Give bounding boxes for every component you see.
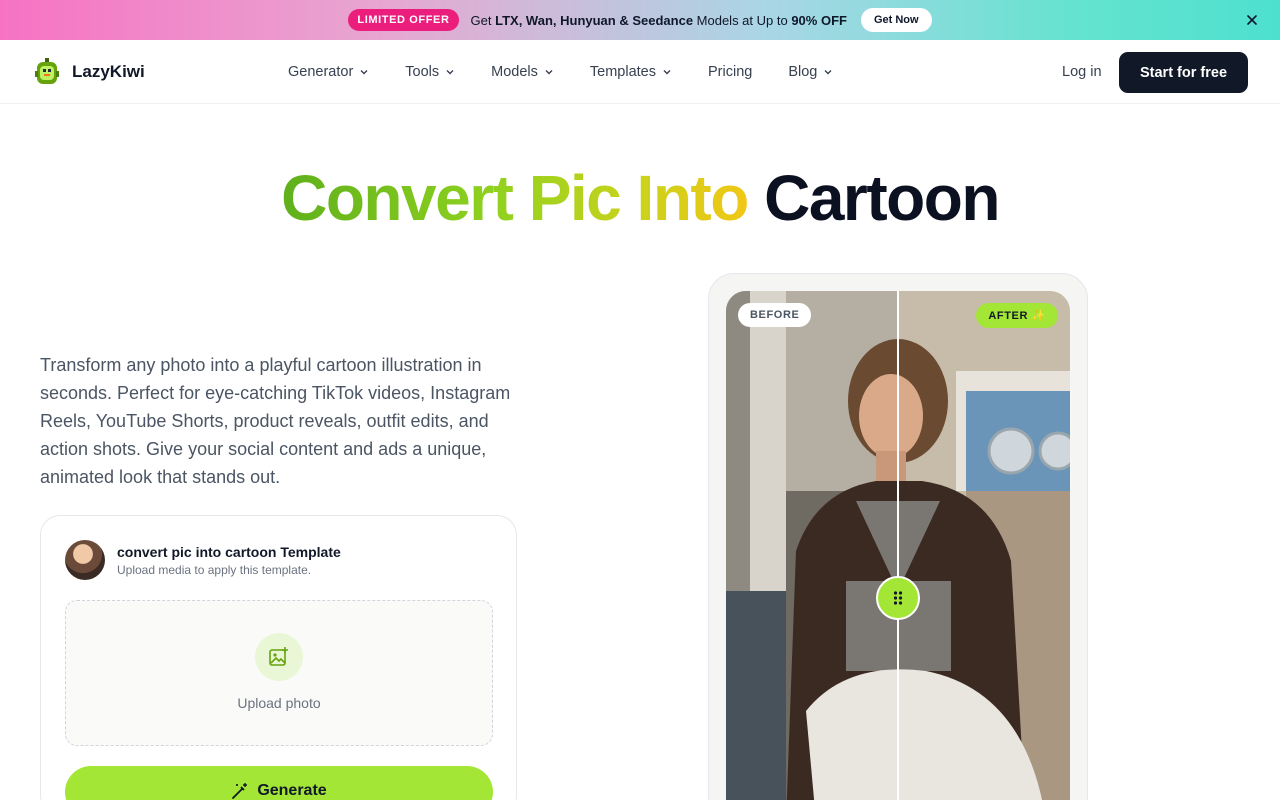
- top-nav: LazyKiwi Generator Tools Models Template…: [0, 40, 1280, 104]
- nav-item-generator[interactable]: Generator: [288, 64, 369, 80]
- page-title: Convert Pic Into Cartoon: [0, 160, 1280, 236]
- nav-item-pricing[interactable]: Pricing: [708, 64, 752, 80]
- compare-drag-handle[interactable]: [876, 576, 920, 620]
- chevron-down-icon: [663, 70, 671, 75]
- template-card: convert pic into cartoon Template Upload…: [40, 515, 517, 800]
- close-icon[interactable]: [1244, 12, 1260, 28]
- grip-dots-icon: [893, 591, 903, 605]
- before-label: BEFORE: [738, 303, 812, 327]
- promo-text-mid: Models at Up to: [693, 12, 792, 28]
- upload-dropzone[interactable]: Upload photo: [65, 600, 493, 746]
- nav-item-label: Pricing: [708, 64, 753, 80]
- nav-item-templates[interactable]: Templates: [590, 64, 672, 80]
- start-for-free-button[interactable]: Start for free: [1119, 52, 1248, 93]
- nav-item-label: Blog: [788, 64, 818, 80]
- upload-photo-label: Upload photo: [237, 695, 321, 711]
- page-title-highlight: Convert Pic Into: [281, 162, 749, 234]
- generate-label: Generate: [257, 782, 327, 799]
- nav-item-models[interactable]: Models: [491, 64, 554, 80]
- template-title: convert pic into cartoon Template: [117, 544, 341, 560]
- promo-text-models: LTX, Wan, Hunyuan & Seedance: [495, 12, 694, 28]
- login-link[interactable]: Log in: [1062, 64, 1102, 80]
- chevron-down-icon: [824, 70, 832, 75]
- template-avatar: [65, 540, 105, 580]
- promo-banner: LIMITED OFFER Get LTX, Wan, Hunyuan & Se…: [0, 0, 1280, 40]
- hero-description: Transform any photo into a playful carto…: [40, 355, 511, 487]
- chevron-down-icon: [446, 70, 454, 75]
- magic-wand-icon: [232, 783, 248, 799]
- chevron-down-icon: [545, 70, 553, 75]
- before-after-compare[interactable]: BEFORE AFTER ✨: [726, 291, 1070, 800]
- image-plus-icon: [255, 633, 303, 681]
- kiwi-logo-icon: [35, 58, 59, 84]
- compare-divider: [897, 291, 899, 800]
- nav-links: Generator Tools Models Templates Pricing…: [288, 40, 869, 104]
- promo-text-prefix: Get: [470, 12, 496, 28]
- nav-item-tools[interactable]: Tools: [405, 64, 455, 80]
- nav-item-label: Templates: [589, 64, 656, 80]
- nav-item-label: Generator: [288, 64, 354, 80]
- nav-item-label: Models: [491, 64, 538, 80]
- promo-text: Get LTX, Wan, Hunyuan & Seedance Models …: [471, 13, 847, 28]
- chevron-down-icon: [360, 70, 368, 75]
- nav-item-blog[interactable]: Blog: [788, 64, 833, 80]
- promo-content: LIMITED OFFER Get LTX, Wan, Hunyuan & Se…: [348, 8, 932, 32]
- get-now-button[interactable]: Get Now: [860, 8, 932, 32]
- nav-item-label: Tools: [405, 64, 440, 80]
- page-title-rest: Cartoon: [764, 162, 1000, 234]
- promo-text-discount: 90% OFF: [791, 12, 847, 28]
- generate-button[interactable]: Generate: [65, 766, 493, 800]
- after-label: AFTER ✨: [976, 303, 1058, 328]
- brand-name: LazyKiwi: [72, 62, 145, 81]
- template-subtitle: Upload media to apply this template.: [117, 563, 312, 577]
- brand-logo[interactable]: LazyKiwi: [34, 58, 145, 86]
- promo-badge: LIMITED OFFER: [348, 9, 459, 31]
